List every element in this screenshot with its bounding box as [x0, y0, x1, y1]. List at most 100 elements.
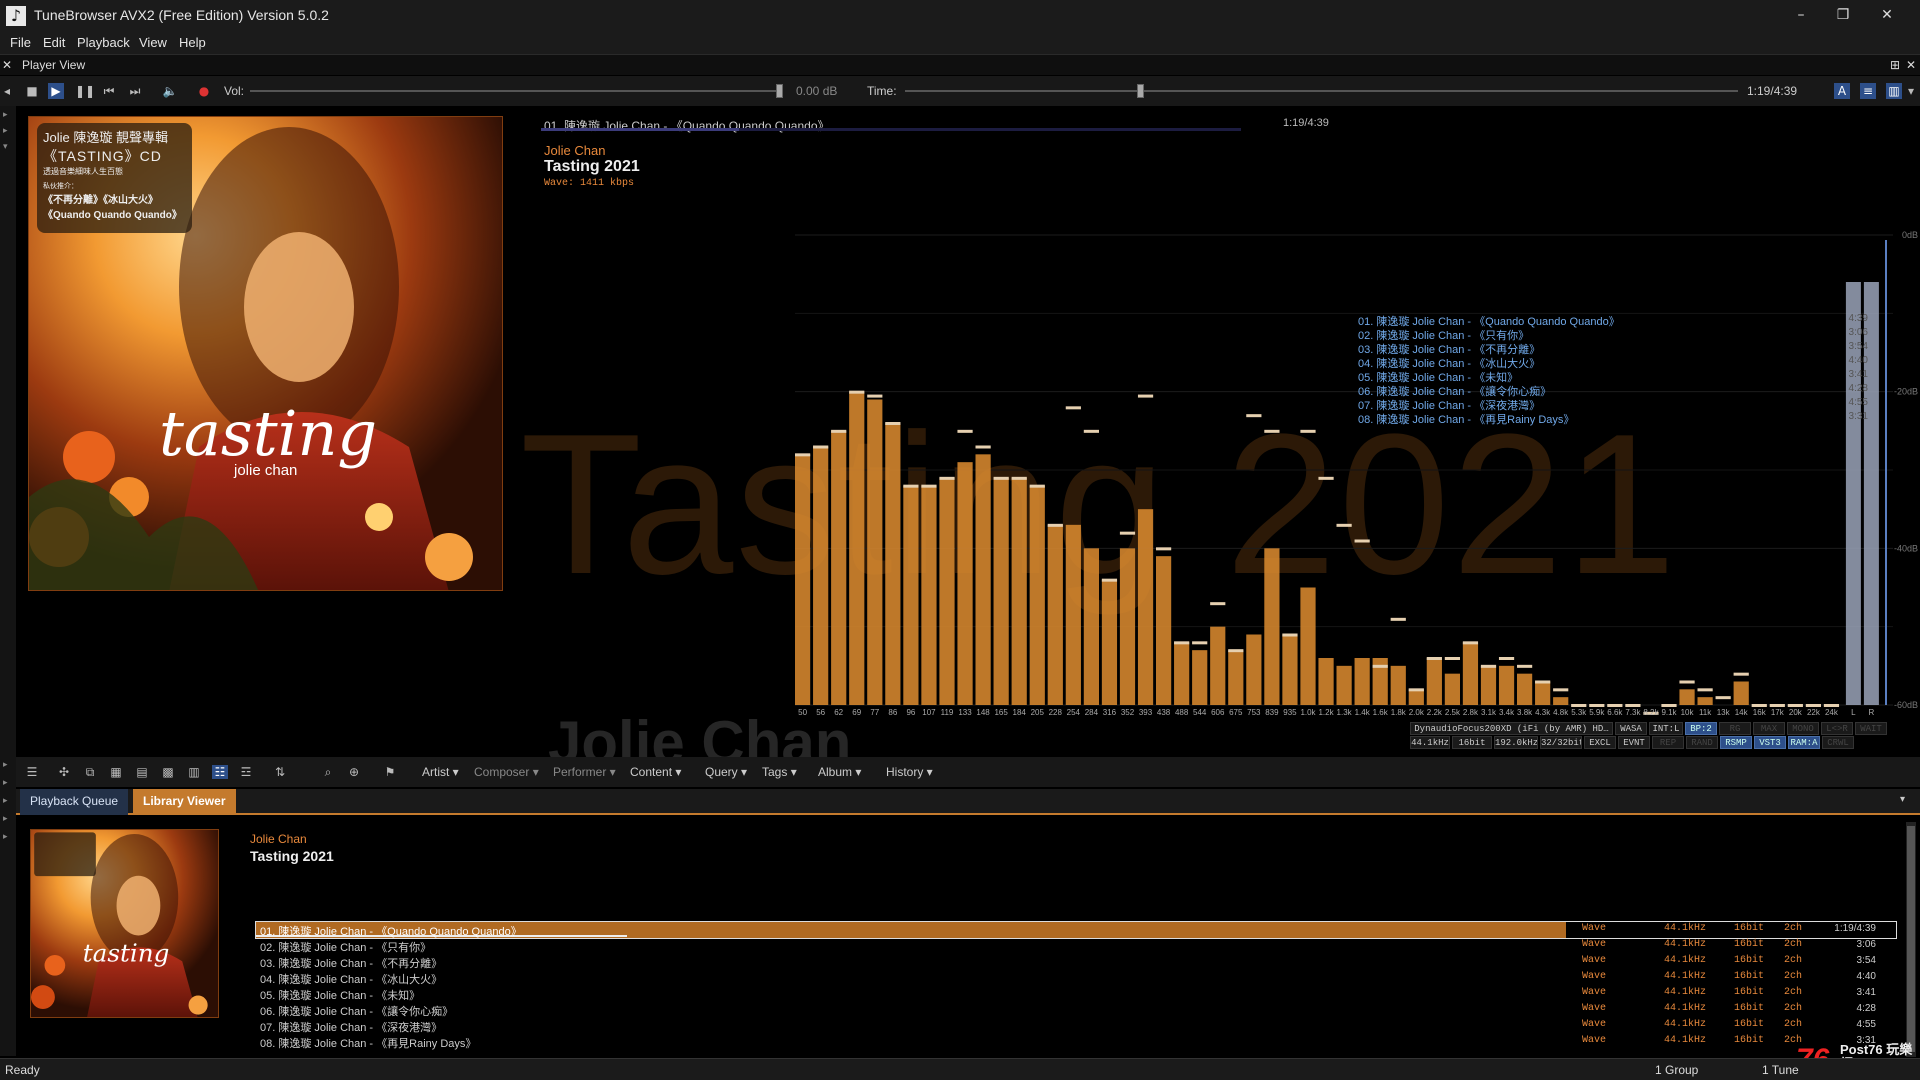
- search-icon[interactable]: ⌕: [320, 765, 336, 779]
- status-indicator[interactable]: WAIT: [1855, 722, 1887, 735]
- zoom-icon[interactable]: ⊕: [346, 765, 362, 779]
- layout-icon[interactable]: ⧉: [82, 765, 98, 779]
- track-row[interactable]: 03. 陳逸璇 Jolie Chan - 《不再分離》 Wave 44.1kHz 16…: [256, 954, 1896, 970]
- play-icon[interactable]: ▶: [48, 83, 64, 99]
- status-indicator[interactable]: WASA: [1615, 722, 1647, 735]
- bookmark-icon[interactable]: ⚑: [382, 765, 398, 779]
- status-indicator[interactable]: 44.1kHz: [1410, 736, 1450, 749]
- status-indicator[interactable]: INT:L: [1649, 722, 1683, 735]
- dropdown-query[interactable]: Query ▾: [705, 765, 747, 779]
- track-row[interactable]: 05. 陳逸璇 Jolie Chan - 《未知》 Wave 44.1kHz 16bi…: [256, 986, 1896, 1002]
- status-indicator[interactable]: REP: [1652, 736, 1684, 749]
- overlay-track-row[interactable]: 06. 陳逸璇 Jolie Chan - 《讓令你心痴》 4:28: [1358, 383, 1868, 398]
- list-icon[interactable]: ≡: [1860, 83, 1876, 99]
- dropdown-history[interactable]: History ▾: [886, 765, 933, 779]
- tab-playback-queue[interactable]: Playback Queue: [20, 789, 129, 815]
- menu-file[interactable]: File: [10, 35, 31, 50]
- dropdown-performer[interactable]: Performer ▾: [553, 765, 616, 779]
- expand-arrow-icon[interactable]: ▾: [3, 142, 8, 152]
- minimize-button[interactable]: –: [1778, 0, 1824, 32]
- dropdown-album[interactable]: Album ▾: [818, 765, 861, 779]
- list-view-icon[interactable]: ☷: [212, 765, 228, 779]
- columns-icon[interactable]: ▥: [186, 765, 202, 779]
- tree-view-icon[interactable]: ☲: [238, 765, 254, 779]
- status-indicator[interactable]: 32/32bit: [1540, 736, 1582, 749]
- shuffle-icon[interactable]: ✣: [56, 765, 72, 779]
- next-icon[interactable]: ⏭: [127, 83, 143, 99]
- status-indicator[interactable]: EVNT: [1618, 736, 1650, 749]
- status-indicator[interactable]: VST3: [1754, 736, 1786, 749]
- track-row[interactable]: 04. 陳逸璇 Jolie Chan - 《冰山大火》 Wave 44.1kHz 16…: [256, 970, 1896, 986]
- status-indicator[interactable]: 192.0kHz: [1494, 736, 1538, 749]
- status-indicator[interactable]: RAM:A: [1788, 736, 1820, 749]
- previous-icon[interactable]: ⏮: [101, 83, 117, 99]
- record-icon[interactable]: ●: [196, 83, 212, 99]
- menu-help[interactable]: Help: [179, 35, 206, 50]
- now-playing-album[interactable]: Tasting 2021: [544, 158, 640, 176]
- overlay-track-row[interactable]: 05. 陳逸璇 Jolie Chan - 《未知》 3:41: [1358, 369, 1868, 384]
- collapse-arrow-icon[interactable]: ▸: [3, 110, 8, 120]
- restore-button[interactable]: ❐: [1820, 0, 1866, 32]
- overlay-track-row[interactable]: 02. 陳逸璇 Jolie Chan - 《只有你》 3:06: [1358, 327, 1868, 342]
- dropdown-arrow-icon[interactable]: ▾: [1906, 83, 1916, 99]
- pause-icon[interactable]: ❚❚: [75, 83, 95, 99]
- track-row[interactable]: 01. 陳逸璇 Jolie Chan - 《Quando Quando Quan…: [255, 921, 1897, 939]
- collapse-arrow-icon[interactable]: ▸: [3, 796, 8, 806]
- menu-playback[interactable]: Playback: [77, 35, 130, 50]
- collapse-arrow-icon[interactable]: ▸: [3, 778, 8, 788]
- track-row[interactable]: 02. 陳逸璇 Jolie Chan - 《只有你》 Wave 44.1kHz 16b…: [256, 938, 1896, 954]
- track-row[interactable]: 07. 陳逸璇 Jolie Chan - 《深夜港灣》 Wave 44.1kHz 16…: [256, 1018, 1896, 1034]
- track-row[interactable]: 08. 陳逸璇 Jolie Chan - 《再見Rainy Days》 Wave 4…: [256, 1034, 1896, 1050]
- library-album-cover[interactable]: tasting: [30, 829, 219, 1018]
- close-view-icon[interactable]: ✕: [1906, 58, 1916, 72]
- close-button[interactable]: ✕: [1864, 0, 1910, 32]
- overlay-track-row[interactable]: 08. 陳逸璇 Jolie Chan - 《再見Rainy Days》 3:31: [1358, 411, 1868, 426]
- volume-slider[interactable]: [250, 90, 780, 92]
- dropdown-artist[interactable]: Artist ▾: [422, 765, 459, 779]
- scrollbar-thumb[interactable]: [1907, 826, 1915, 1052]
- collapse-arrow-icon[interactable]: ▸: [3, 126, 8, 136]
- speaker-icon[interactable]: 🔈: [162, 83, 178, 99]
- status-indicator[interactable]: RAND: [1686, 736, 1718, 749]
- tiles-icon[interactable]: ▩: [160, 765, 176, 779]
- dropdown-tags[interactable]: Tags ▾: [762, 765, 797, 779]
- status-indicator[interactable]: BP:2: [1685, 722, 1717, 735]
- tab-library-viewer[interactable]: Library Viewer: [133, 789, 236, 815]
- status-indicator[interactable]: RG: [1719, 722, 1751, 735]
- seek-knob[interactable]: [1136, 84, 1144, 98]
- pin-icon[interactable]: ⊞: [1890, 58, 1900, 72]
- overlay-track-row[interactable]: 07. 陳逸璇 Jolie Chan - 《深夜港灣》 4:55: [1358, 397, 1868, 412]
- seek-slider[interactable]: [905, 90, 1738, 92]
- spectrum-icon[interactable]: ▥: [1886, 83, 1902, 99]
- sort-icon[interactable]: ⇅: [272, 765, 288, 779]
- volume-knob[interactable]: [776, 84, 783, 98]
- now-playing-artist[interactable]: Jolie Chan: [544, 143, 605, 158]
- status-indicator[interactable]: EXCL: [1584, 736, 1616, 749]
- stop-icon[interactable]: ■: [24, 83, 40, 99]
- collapse-arrow-icon[interactable]: ▸: [3, 832, 8, 842]
- library-artist[interactable]: Jolie Chan: [250, 832, 307, 846]
- status-indicator[interactable]: MONO: [1787, 722, 1819, 735]
- panel-icon[interactable]: ▤: [134, 765, 150, 779]
- overlay-track-row[interactable]: 04. 陳逸璇 Jolie Chan - 《冰山大火》 4:40: [1358, 355, 1868, 370]
- left-arrow-icon[interactable]: ◂: [2, 83, 12, 99]
- status-indicator[interactable]: CRWL: [1822, 736, 1854, 749]
- status-indicator[interactable]: DynaudioFocus200XD (iFi (by AMR) HD…: [1410, 722, 1613, 735]
- track-row[interactable]: 06. 陳逸璇 Jolie Chan - 《讓令你心痴》 Wave 44.1kHz 1…: [256, 1002, 1896, 1018]
- grid-icon[interactable]: ▦: [108, 765, 124, 779]
- tabs-dropdown-icon[interactable]: ▾: [1900, 794, 1905, 805]
- close-pane-icon[interactable]: ✕: [2, 58, 12, 72]
- overlay-track-row[interactable]: 01. 陳逸璇 Jolie Chan - 《Quando Quando Quan…: [1358, 313, 1868, 328]
- status-indicator[interactable]: RSMP: [1720, 736, 1752, 749]
- lyrics-icon[interactable]: A: [1834, 83, 1850, 99]
- dropdown-composer[interactable]: Composer ▾: [474, 765, 539, 779]
- overlay-track-row[interactable]: 03. 陳逸璇 Jolie Chan - 《不再分離》 3:54: [1358, 341, 1868, 356]
- dropdown-content[interactable]: Content ▾: [630, 765, 681, 779]
- library-album[interactable]: Tasting 2021: [250, 848, 334, 864]
- collapse-arrow-icon[interactable]: ▸: [3, 760, 8, 770]
- menu-icon[interactable]: ☰: [24, 765, 40, 779]
- collapse-arrow-icon[interactable]: ▸: [3, 814, 8, 824]
- status-indicator[interactable]: 16bit: [1452, 736, 1492, 749]
- menu-edit[interactable]: Edit: [43, 35, 65, 50]
- status-indicator[interactable]: L<>R: [1821, 722, 1853, 735]
